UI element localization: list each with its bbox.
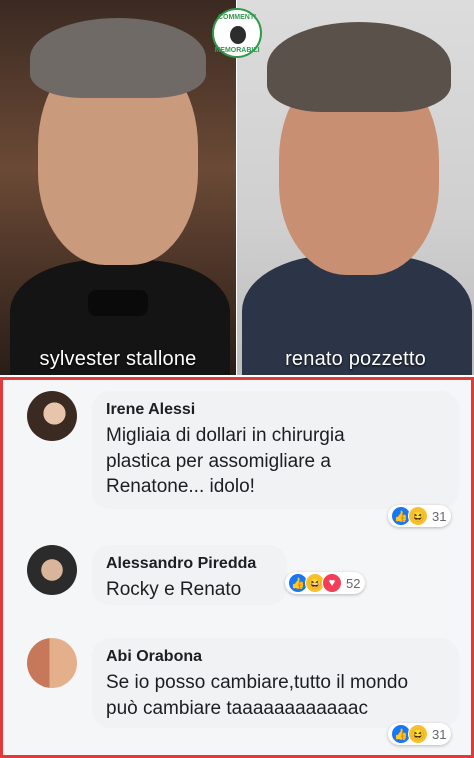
logo-face-icon [230,26,246,44]
comment-bubble-1: Irene Alessi Migliaia di dollari in chir… [92,391,459,509]
comment-text-line: plastica per assomigliare a [106,450,331,472]
caption-right: renato pozzetto [285,348,426,370]
avatar-alessandro-piredda[interactable] [27,545,77,595]
photo-sylvester-stallone: sylvester stallone [0,0,236,375]
bow-tie [88,290,148,316]
comment-text-line: Renatone... idolo! [106,476,255,498]
comment-author[interactable]: Abi Orabona [106,648,445,666]
hair [267,22,451,112]
reactions-summary-1[interactable]: 👍 😆 31 [388,505,452,527]
haha-icon: 😆 [408,506,428,526]
avatar-abi-orabona[interactable] [27,638,77,688]
love-icon: ♥ [322,573,342,593]
comment-text-line: Rocky e Renato [106,579,242,600]
photo-renato-pozzetto: renato pozzetto [237,0,474,375]
reaction-count: 52 [346,575,361,591]
comment-text-line: Migliaia di dollari in chirurgia [106,425,345,446]
comments-panel: Irene Alessi Migliaia di dollari in chir… [0,377,474,758]
logo-bottom-text: MEMORABILI [214,47,260,54]
reaction-count: 31 [432,726,447,742]
reaction-count: 31 [432,508,447,524]
comment-text-line: Se io posso cambiare,tutto il mondo [106,672,409,693]
commenti-memorabili-logo: COMMENTI MEMORABILI [212,8,262,58]
logo-top-text: COMMENTI [217,14,257,21]
reactions-summary-3[interactable]: 👍 😆 31 [388,723,452,745]
comment-bubble-2: Alessandro Piredda Rocky e Renato [92,545,287,605]
haha-icon: 😆 [408,724,428,744]
comment-text-line: può cambiare taaaaaaaaaaaac [106,697,368,719]
avatar-irene-alessi[interactable] [27,391,77,441]
comment-author[interactable]: Irene Alessi [106,401,445,419]
comment-bubble-3: Abi Orabona Se io posso cambiare,tutto i… [92,638,459,728]
comment-author[interactable]: Alessandro Piredda [106,555,273,573]
reactions-summary-2[interactable]: 👍 😆 ♥ 52 [285,572,366,594]
caption-left: sylvester stallone [39,348,197,370]
hair [30,18,206,98]
